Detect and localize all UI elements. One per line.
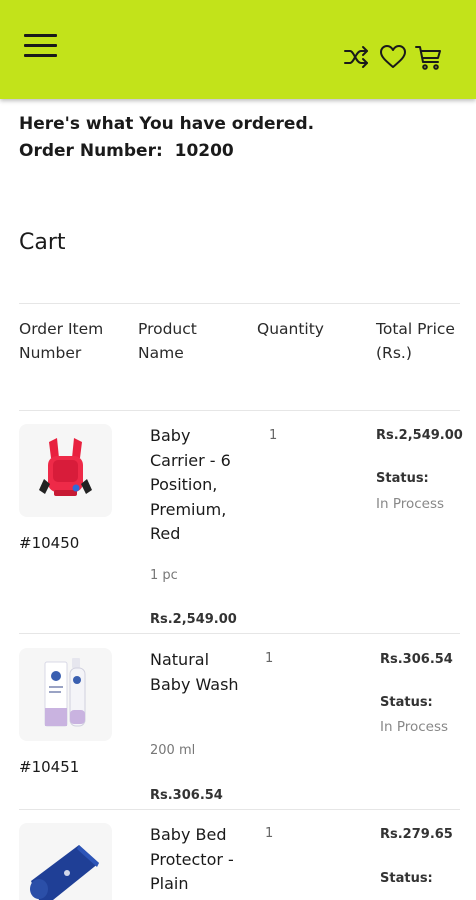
total-price: Rs.306.54 bbox=[380, 652, 453, 667]
total-price: Rs.2,549.00 bbox=[376, 428, 463, 443]
order-number-value: 10200 bbox=[174, 141, 234, 161]
shuffle-icon[interactable] bbox=[342, 42, 372, 72]
product-unit-price: Rs.2,549.00 bbox=[150, 612, 237, 627]
product-unit-price: Rs.306.54 bbox=[150, 788, 223, 803]
total-price: Rs.279.65 bbox=[380, 827, 453, 842]
order-summary: Here's what You have ordered. Order Numb… bbox=[19, 111, 314, 165]
app-bar bbox=[0, 0, 476, 99]
status-label: Status: bbox=[376, 471, 429, 486]
hamburger-menu-icon[interactable] bbox=[24, 30, 58, 60]
product-image-bed-protector[interactable] bbox=[19, 823, 112, 900]
col-header-quantity: Quantity bbox=[257, 320, 324, 338]
col-header-product-name: Product Name bbox=[138, 320, 197, 362]
cart-icon[interactable] bbox=[414, 42, 444, 72]
product-name[interactable]: Natural Baby Wash bbox=[150, 648, 245, 697]
product-pack-size: 1 pc bbox=[150, 568, 178, 583]
status-badge: In Process bbox=[376, 496, 445, 512]
divider bbox=[19, 809, 460, 810]
quantity-value: 1 bbox=[265, 651, 274, 666]
order-heading: Here's what You have ordered. bbox=[19, 114, 315, 134]
product-image-baby-carrier[interactable] bbox=[19, 424, 112, 517]
quantity-value: 1 bbox=[265, 826, 274, 841]
order-number-line: Order Number: 10200 bbox=[19, 138, 314, 165]
product-name[interactable]: Baby Carrier - 6 Position, Premium, Red bbox=[150, 424, 245, 547]
order-item-number: #10450 bbox=[19, 534, 80, 552]
product-name[interactable]: Baby Bed Protector - Plain bbox=[150, 823, 245, 897]
order-number-label: Order Number: bbox=[19, 141, 163, 161]
status-badge: In Process bbox=[380, 719, 449, 735]
cart-title: Cart bbox=[19, 230, 66, 255]
heart-icon[interactable] bbox=[378, 42, 408, 72]
col-header-order-item-number: Order Item Number bbox=[19, 320, 104, 362]
product-pack-size: 200 ml bbox=[150, 743, 196, 758]
divider bbox=[19, 410, 460, 411]
product-image-baby-wash[interactable] bbox=[19, 648, 112, 741]
quantity-value: 1 bbox=[269, 428, 278, 443]
divider bbox=[19, 633, 460, 634]
status-label: Status: bbox=[380, 871, 433, 886]
status-label: Status: bbox=[380, 695, 433, 710]
order-item-number: #10451 bbox=[19, 758, 80, 776]
col-header-total-price: Total Price (Rs.) bbox=[376, 320, 455, 362]
divider bbox=[19, 303, 460, 304]
